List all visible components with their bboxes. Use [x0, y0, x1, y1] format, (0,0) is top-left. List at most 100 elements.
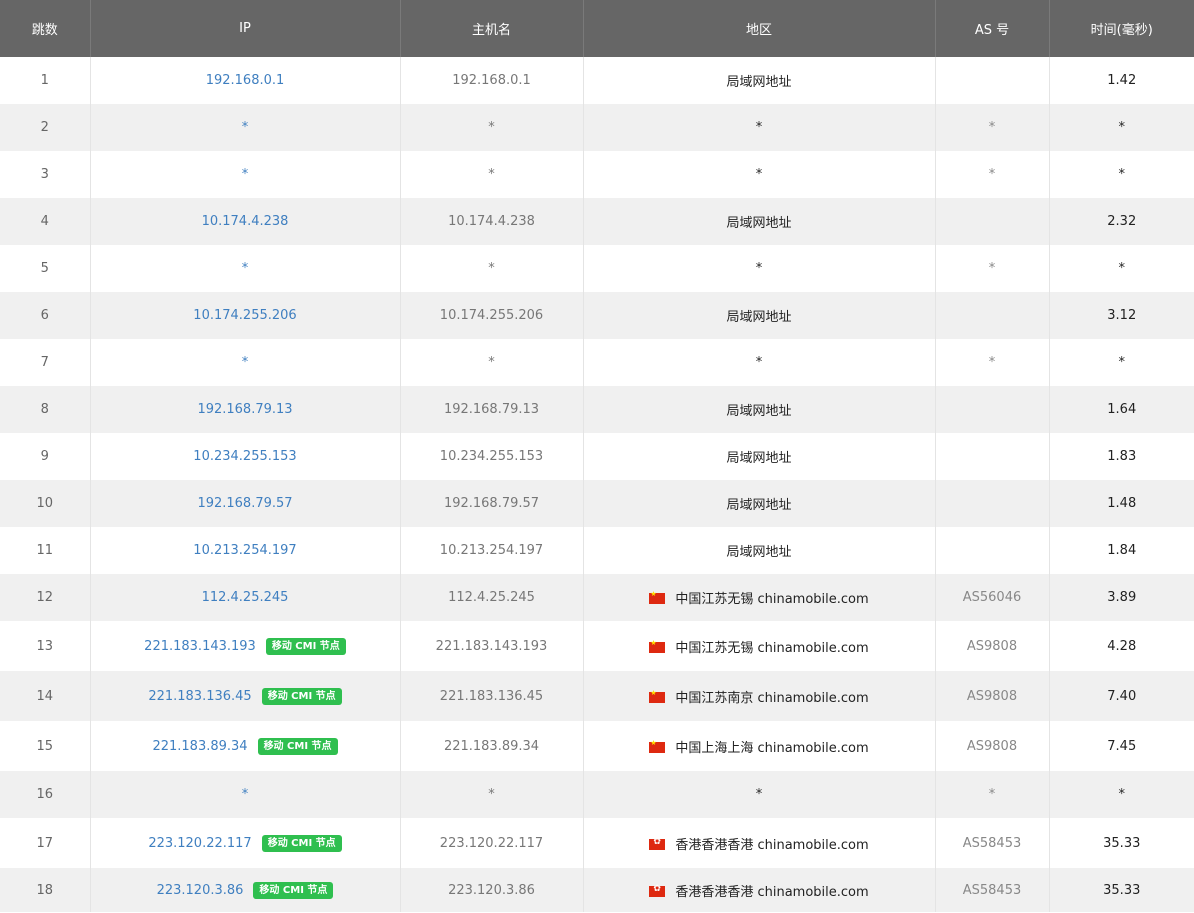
ip-cell: 192.168.0.1	[90, 57, 401, 104]
ip-link[interactable]: *	[242, 787, 249, 802]
ip-wrap: *	[242, 167, 249, 182]
table-body: 1 192.168.0.1 192.168.0.1 局域网地址 1.42 2 *…	[0, 57, 1194, 912]
ip-link[interactable]: 10.174.255.206	[193, 308, 296, 323]
as-number: *	[988, 167, 996, 182]
ip-cell: 221.183.89.34 移动 CMI 节点	[90, 721, 401, 771]
region-text: 局域网地址	[726, 75, 792, 90]
ip-wrap: 10.234.255.153	[193, 449, 296, 464]
time-cell: 1.84	[1049, 527, 1194, 574]
ip-link[interactable]: 192.168.79.57	[197, 496, 292, 511]
hop-cell: 2	[0, 104, 91, 151]
time-cell: *	[1049, 771, 1194, 818]
region-cell: 香港香港香港 chinamobile.com	[583, 818, 936, 868]
cmi-node-badge: 移动 CMI 节点	[265, 637, 346, 655]
as-number: *	[988, 355, 996, 370]
hostname-text: 10.174.255.206	[439, 308, 544, 323]
ip-link[interactable]: 221.183.136.45	[148, 689, 251, 704]
ip-cell: *	[90, 104, 401, 151]
hostname-text: 192.168.79.13	[443, 402, 540, 417]
as-cell	[935, 527, 1050, 574]
ip-wrap: *	[242, 355, 249, 370]
as-number: AS56046	[962, 590, 1022, 605]
hostname-cell: *	[400, 245, 584, 292]
time-ms: 3.89	[1107, 590, 1137, 605]
cmi-node-badge: 移动 CMI 节点	[261, 834, 342, 852]
hop-cell: 5	[0, 245, 91, 292]
hostname-text: 10.234.255.153	[439, 449, 544, 464]
table-row: 10 192.168.79.57 192.168.79.57 局域网地址 1.4…	[0, 480, 1194, 527]
hop-cell: 1	[0, 57, 91, 104]
region-cell: 局域网地址	[583, 433, 936, 480]
hop-number: 1	[40, 73, 49, 88]
region-text: 局域网地址	[726, 216, 792, 231]
ip-link[interactable]: 10.213.254.197	[193, 543, 296, 558]
table-row: 6 10.174.255.206 10.174.255.206 局域网地址 3.…	[0, 292, 1194, 339]
hostname-cell: *	[400, 104, 584, 151]
hop-cell: 12	[0, 574, 91, 621]
ip-link[interactable]: 10.234.255.153	[193, 449, 296, 464]
ip-wrap: 112.4.25.245	[202, 590, 289, 605]
time-ms: 1.84	[1107, 543, 1137, 558]
ip-link[interactable]: 192.168.79.13	[197, 402, 292, 417]
as-number: AS9808	[966, 738, 1018, 754]
as-cell: AS9808	[935, 671, 1050, 721]
header-hop: 跳数	[0, 0, 91, 57]
region-text: 中国江苏南京 chinamobile.com	[675, 690, 869, 706]
ip-link[interactable]: 223.120.3.86	[157, 883, 244, 898]
table-row: 4 10.174.4.238 10.174.4.238 局域网地址 2.32	[0, 198, 1194, 245]
ip-link[interactable]: *	[242, 120, 249, 135]
ip-cell: *	[90, 245, 401, 292]
hostname-cell: 223.120.22.117	[400, 818, 584, 868]
time-ms: 3.12	[1107, 308, 1137, 323]
header-host: 主机名	[400, 0, 584, 57]
ip-wrap: 10.174.4.238	[202, 214, 289, 229]
as-cell	[935, 480, 1050, 527]
ip-cell: *	[90, 151, 401, 198]
ip-link[interactable]: *	[242, 355, 249, 370]
hostname-text: 192.168.0.1	[452, 73, 531, 88]
time-ms: 1.64	[1107, 402, 1137, 417]
ip-link[interactable]: 192.168.0.1	[206, 73, 285, 88]
hostname-cell: 10.234.255.153	[400, 433, 584, 480]
header-time: 时间(毫秒)	[1049, 0, 1194, 57]
ip-link[interactable]: 112.4.25.245	[202, 590, 289, 605]
ip-link[interactable]: *	[242, 167, 249, 182]
region-cell: *	[583, 151, 936, 198]
ip-link[interactable]: *	[242, 261, 249, 276]
hop-number: 11	[36, 543, 54, 558]
as-cell: AS58453	[935, 818, 1050, 868]
table-row: 7 * * * * *	[0, 339, 1194, 386]
hostname-cell: 192.168.79.57	[400, 480, 584, 527]
hop-number: 16	[36, 787, 54, 802]
table-row: 9 10.234.255.153 10.234.255.153 局域网地址 1.…	[0, 433, 1194, 480]
ip-cell: 221.183.143.193 移动 CMI 节点	[90, 621, 401, 671]
table-row: 8 192.168.79.13 192.168.79.13 局域网地址 1.64	[0, 386, 1194, 433]
time-ms: 7.40	[1107, 688, 1137, 704]
ip-link[interactable]: 221.183.143.193	[144, 639, 256, 654]
ip-wrap: *	[242, 261, 249, 276]
region-text: 局域网地址	[726, 451, 792, 466]
cn-flag-icon	[649, 590, 666, 604]
hostname-cell: 223.120.3.86	[400, 868, 584, 912]
hostname-cell: *	[400, 771, 584, 818]
region-cell: 局域网地址	[583, 386, 936, 433]
ip-cell: 10.174.4.238	[90, 198, 401, 245]
region-cell: 局域网地址	[583, 480, 936, 527]
table-row: 2 * * * * *	[0, 104, 1194, 151]
ip-cell: 10.174.255.206	[90, 292, 401, 339]
header-ip: IP	[90, 0, 401, 57]
ip-link[interactable]: 221.183.89.34	[152, 739, 247, 754]
hostname-cell: 192.168.79.13	[400, 386, 584, 433]
hostname-text: *	[488, 787, 495, 802]
region-cell: 中国江苏南京 chinamobile.com	[583, 671, 936, 721]
ip-link[interactable]: 10.174.4.238	[202, 214, 289, 229]
hostname-text: 223.120.22.117	[439, 835, 544, 851]
cn-flag-icon	[649, 739, 666, 753]
cmi-node-badge: 移动 CMI 节点	[253, 881, 334, 899]
hop-cell: 13	[0, 621, 91, 671]
time-ms: 4.28	[1107, 638, 1137, 654]
ip-link[interactable]: 223.120.22.117	[148, 836, 251, 851]
region-cell: 局域网地址	[583, 198, 936, 245]
time-cell: 4.28	[1049, 621, 1194, 671]
time-ms: *	[1118, 167, 1126, 182]
